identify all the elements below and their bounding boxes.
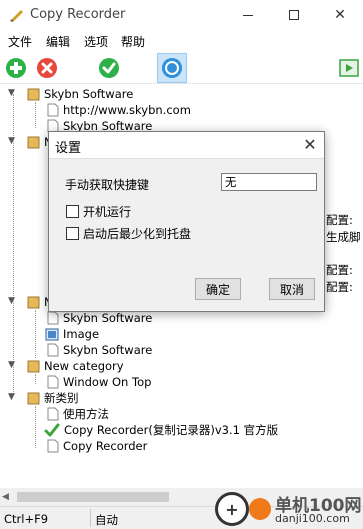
document-icon [47,407,59,421]
maximize-button[interactable] [271,0,317,30]
run-button[interactable] [337,56,361,80]
clipped-item-text: 配置: [326,263,353,277]
app-logo-icon [8,7,24,23]
close-icon: ✕ [303,135,317,154]
tree-connector [35,406,36,448]
maximize-icon [289,10,299,20]
image-icon [45,328,59,340]
startup-option[interactable]: 开机运行 [66,203,131,220]
folder-icon [27,360,40,372]
record-button[interactable] [157,53,187,83]
toolbar [0,52,363,84]
checkmark-icon [44,423,60,437]
tree-folder-label: 新类别 [44,391,79,405]
collapse-icon[interactable]: ▼ [8,360,15,370]
minimize-label: 启动后最少化到托盘 [83,227,192,241]
play-icon [339,59,359,77]
tree-connector [35,310,36,358]
document-icon [47,439,59,453]
collapse-icon[interactable]: ▼ [8,136,15,146]
title-bar: Copy Recorder ✕ [0,0,363,30]
tree-connector [35,374,36,384]
document-icon [47,343,59,357]
folder-icon [27,296,40,308]
scroll-left-icon[interactable]: ◀ [2,492,9,502]
tree-item[interactable]: Image [45,326,99,342]
menu-bar: 文件 编辑 选项 帮助 [0,30,363,52]
tree-item[interactable]: 使用方法 [47,406,109,422]
hotkey-input[interactable] [221,173,317,191]
tree-item[interactable]: Skybn Software [47,342,152,358]
clipped-item-text: 配置: [326,280,353,294]
document-icon [47,103,59,117]
add-button[interactable] [4,56,28,80]
tree-item[interactable]: http://www.skybn.com [47,102,191,118]
status-shortcut: Ctrl+F9 [4,512,49,526]
collapse-icon[interactable]: ▼ [8,88,15,98]
tree-item-label: Window On Top [63,375,152,389]
menu-edit[interactable]: 编辑 [46,33,70,50]
tree-folder[interactable]: New category [27,358,124,374]
tree-item[interactable]: Copy Recorder(复制记录器)v3.1 官方版 [44,422,278,438]
minimize-button[interactable] [225,0,271,30]
folder-icon [27,88,40,100]
record-icon [162,58,182,78]
watermark-url: danji100.com [275,512,350,525]
delete-button[interactable] [35,56,59,80]
tree-item-label: http://www.skybn.com [63,103,191,117]
minimize-checkbox[interactable] [66,227,79,240]
watermark: + 单机100网 danji100.com [215,490,363,529]
delete-icon [37,58,57,78]
dialog-title-bar: 设置 ✕ [49,132,324,159]
dialog-title: 设置 [55,141,82,156]
startup-checkbox[interactable] [66,205,79,218]
minimize-icon [243,14,253,16]
close-button[interactable]: ✕ [317,0,363,30]
tree-item[interactable]: Window On Top [47,374,151,390]
tree-item[interactable]: Skybn Software [47,310,152,326]
settings-dialog: 设置 ✕ 手动获取快捷键 开机运行 启动后最少化到托盘 确定 取消 [48,131,325,312]
menu-file[interactable]: 文件 [8,33,32,50]
clipped-item-text: 配置: [326,213,353,227]
confirm-button[interactable] [97,56,121,80]
document-icon [47,375,59,389]
minimize-option[interactable]: 启动后最少化到托盘 [66,225,191,242]
tree-folder[interactable]: 新类别 [27,390,79,406]
clipped-item-text: 生成脚 [326,230,361,244]
collapse-icon[interactable]: ▼ [8,296,15,306]
tree-item-label: Copy Recorder(复制记录器)v3.1 官方版 [64,423,279,437]
tree-item-label: Image [63,327,100,341]
tree-item-label: Copy Recorder [63,439,148,453]
tree-item-label: 使用方法 [63,407,109,421]
add-icon [6,58,26,78]
tree-folder-label: New category [44,359,124,373]
check-icon [99,58,119,78]
window-title: Copy Recorder [30,7,126,22]
collapse-icon[interactable]: ▼ [8,392,15,402]
status-divider [90,509,91,527]
scrollbar-thumb[interactable] [17,492,169,502]
menu-help[interactable]: 帮助 [121,33,145,50]
tree-item-label: Skybn Software [63,311,153,325]
status-mode: 自动 [95,513,118,527]
document-icon [47,311,59,325]
tree-connector [35,102,36,128]
close-icon: ✕ [334,7,346,23]
folder-icon [27,392,40,404]
ok-button[interactable]: 确定 [195,278,241,300]
tree-item[interactable]: Copy Recorder [47,438,147,454]
cancel-button[interactable]: 取消 [269,278,315,300]
watermark-logo-icon: + [215,492,249,526]
hotkey-label: 手动获取快捷键 [65,178,150,192]
tree-folder[interactable]: Skybn Software [27,86,133,102]
folder-icon [27,136,40,148]
watermark-dot-icon [249,498,271,520]
tree-folder-label: Skybn Software [44,87,134,101]
startup-label: 开机运行 [83,205,132,219]
dialog-close-button[interactable]: ✕ [298,134,322,156]
menu-options[interactable]: 选项 [84,33,108,50]
tree-item-label: Skybn Software [63,343,153,357]
